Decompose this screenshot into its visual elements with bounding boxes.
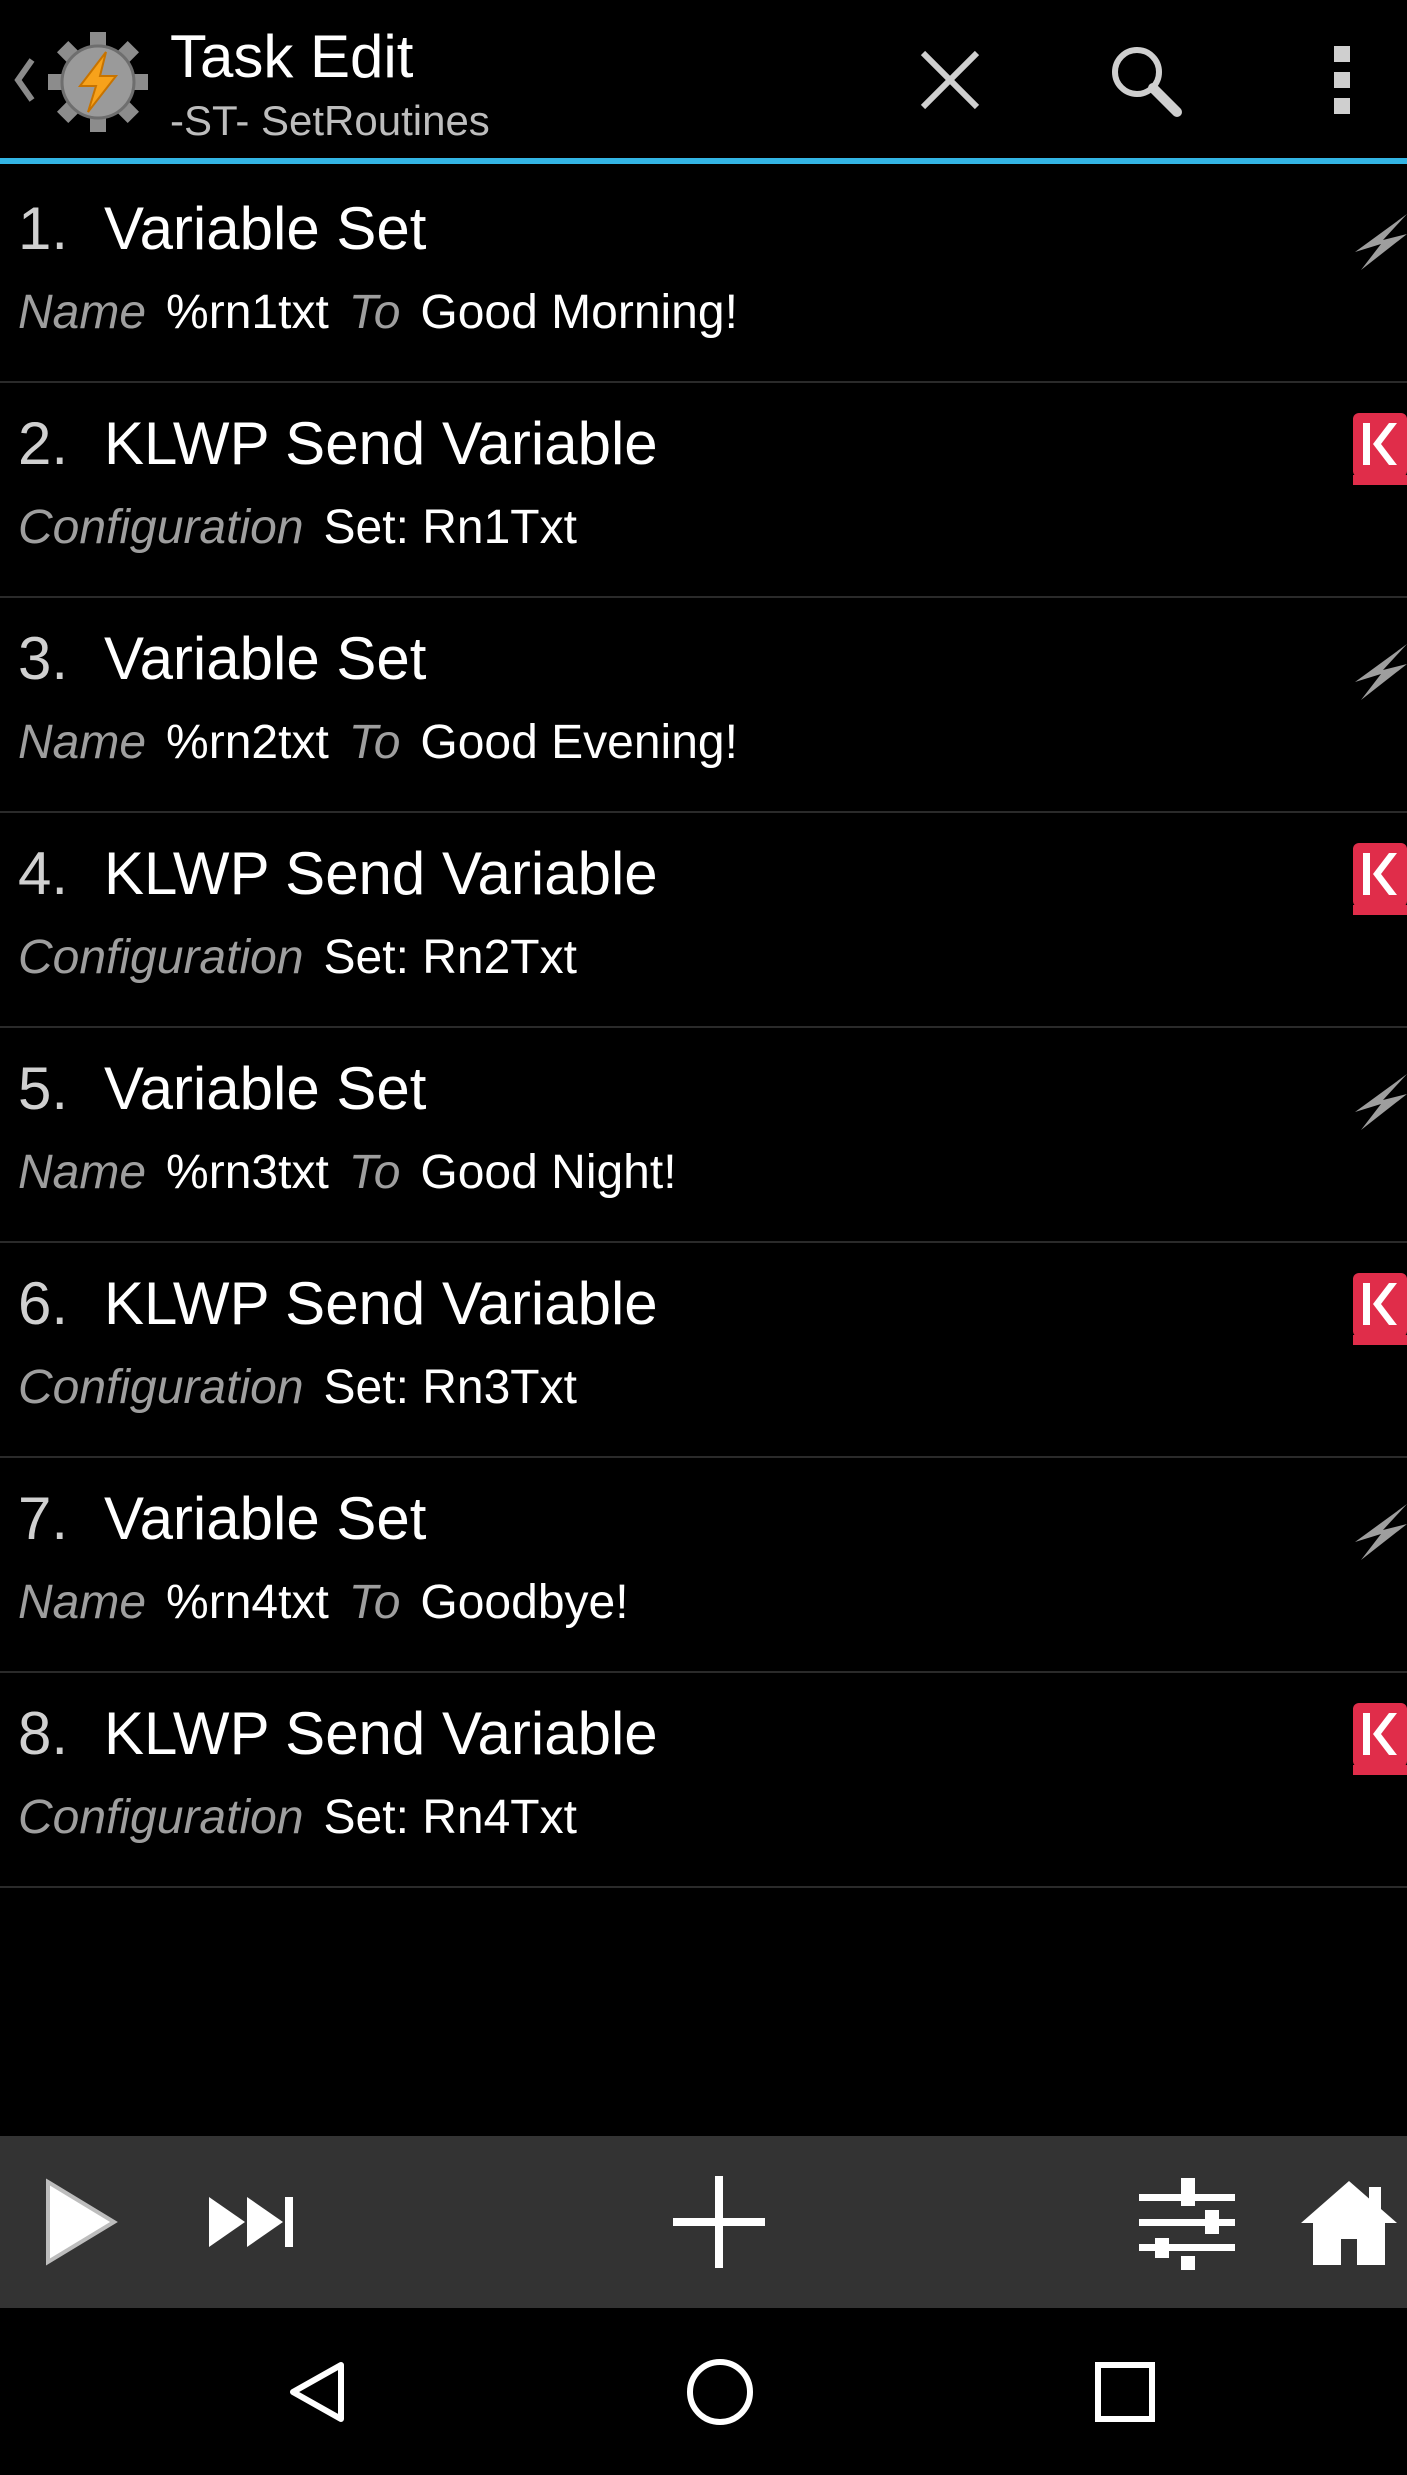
action-title: KLWP Send Variable (104, 1700, 658, 1767)
action-item-8[interactable]: 8. KLWP Send Variable Configuration Set: … (0, 1673, 1407, 1888)
klwp-icon (1353, 1703, 1407, 1775)
action-detail: Name %rn3txt To Good Night! (18, 1145, 677, 1201)
action-number: 5. (18, 1055, 69, 1122)
param-value: Set: Rn4Txt (323, 1791, 577, 1844)
close-button[interactable] (890, 20, 1010, 140)
param-label: Configuration (18, 1361, 304, 1414)
action-detail: Name %rn4txt To Goodbye! (18, 1575, 629, 1631)
param-label: To (348, 1146, 401, 1199)
overflow-menu-icon (1334, 46, 1350, 114)
action-title: KLWP Send Variable (104, 410, 658, 477)
action-number: 7. (18, 1485, 69, 1552)
klwp-icon (1353, 1273, 1407, 1345)
action-item-5[interactable]: 5. Variable Set Name %rn3txt To Good Night! (0, 1028, 1407, 1243)
add-icon (673, 2176, 765, 2268)
action-list: 1. Variable Set Name %rn1txt To Good Mornin… (0, 168, 1407, 1888)
param-value: Set: Rn1Txt (323, 501, 577, 554)
param-label: Name (18, 1146, 147, 1199)
plugin-bolt-icon (1355, 214, 1407, 270)
nav-home-button[interactable] (650, 2308, 790, 2475)
klwp-icon (1353, 413, 1407, 485)
properties-button[interactable] (1122, 2136, 1252, 2308)
properties-icon (1139, 2178, 1235, 2270)
back-icon (290, 2361, 344, 2422)
param-value: Good Evening! (420, 716, 738, 769)
action-detail: Name %rn2txt To Good Evening! (18, 715, 738, 771)
param-label: Configuration (18, 931, 304, 984)
recents-icon (1095, 2361, 1155, 2422)
action-title: KLWP Send Variable (104, 1270, 658, 1337)
plugin-bolt-icon (1355, 1504, 1407, 1560)
param-label: Name (18, 716, 147, 769)
step-forward-button[interactable] (186, 2136, 316, 2308)
action-title: Variable Set (104, 1485, 427, 1552)
close-icon (920, 50, 980, 110)
action-number: 1. (18, 195, 69, 262)
play-icon (46, 2178, 118, 2266)
chevron-left-icon[interactable] (10, 50, 38, 110)
param-value: %rn1txt (166, 286, 329, 339)
action-bar: Task Edit -ST- SetRoutines (0, 0, 1407, 160)
klwp-icon (1353, 843, 1407, 915)
action-item-1[interactable]: 1. Variable Set Name %rn1txt To Good Mornin… (0, 168, 1407, 383)
bottom-toolbar (0, 2136, 1407, 2308)
home-circle-icon (687, 2358, 753, 2425)
param-label: Name (18, 286, 147, 339)
param-value: Goodbye! (420, 1576, 629, 1629)
action-bar-divider (0, 158, 1407, 164)
action-item-6[interactable]: 6. KLWP Send Variable Configuration Set: … (0, 1243, 1407, 1458)
param-value: Set: Rn2Txt (323, 931, 577, 984)
add-action-button[interactable] (654, 2136, 784, 2308)
step-forward-icon (209, 2197, 293, 2247)
action-detail: Configuration Set: Rn1Txt (18, 500, 577, 556)
nav-recents-button[interactable] (1055, 2308, 1195, 2475)
action-title: Variable Set (104, 625, 427, 692)
param-label: Configuration (18, 501, 304, 554)
param-label: To (348, 286, 401, 339)
action-detail: Configuration Set: Rn4Txt (18, 1790, 577, 1846)
action-item-2[interactable]: 2. KLWP Send Variable Configuration Set: … (0, 383, 1407, 598)
param-label: To (348, 1576, 401, 1629)
action-title: KLWP Send Variable (104, 840, 658, 907)
play-button[interactable] (14, 2136, 144, 2308)
action-number: 8. (18, 1700, 69, 1767)
nav-back-button[interactable] (248, 2308, 388, 2475)
action-detail: Configuration Set: Rn2Txt (18, 930, 577, 986)
action-detail: Name %rn1txt To Good Morning! (18, 285, 738, 341)
action-title: Variable Set (104, 195, 427, 262)
action-item-3[interactable]: 3. Variable Set Name %rn2txt To Good Evenin… (0, 598, 1407, 813)
system-nav-bar (0, 2308, 1407, 2475)
overflow-menu-button[interactable] (1282, 20, 1402, 140)
action-item-7[interactable]: 7. Variable Set Name %rn4txt To Goodbye! (0, 1458, 1407, 1673)
param-value: %rn3txt (166, 1146, 329, 1199)
param-value: %rn4txt (166, 1576, 329, 1629)
param-value: Good Night! (420, 1146, 677, 1199)
action-number: 2. (18, 410, 69, 477)
param-value: Set: Rn3Txt (323, 1361, 577, 1414)
param-value: Good Morning! (420, 286, 738, 339)
search-button[interactable] (1085, 20, 1205, 140)
param-label: To (348, 716, 401, 769)
tasker-app-icon[interactable] (44, 28, 152, 136)
home-button[interactable] (1290, 2136, 1407, 2308)
action-number: 3. (18, 625, 69, 692)
param-value: %rn2txt (166, 716, 329, 769)
home-icon (1300, 2181, 1397, 2265)
plugin-bolt-icon (1355, 644, 1407, 700)
action-number: 6. (18, 1270, 69, 1337)
param-label: Name (18, 1576, 147, 1629)
plugin-bolt-icon (1355, 1074, 1407, 1130)
action-number: 4. (18, 840, 69, 907)
page-subtitle: -ST- SetRoutines (170, 97, 490, 144)
action-title: Variable Set (104, 1055, 427, 1122)
page-title: Task Edit (170, 23, 414, 90)
param-label: Configuration (18, 1791, 304, 1844)
search-icon (1112, 47, 1182, 117)
action-detail: Configuration Set: Rn3Txt (18, 1360, 577, 1416)
action-item-4[interactable]: 4. KLWP Send Variable Configuration Set: … (0, 813, 1407, 1028)
